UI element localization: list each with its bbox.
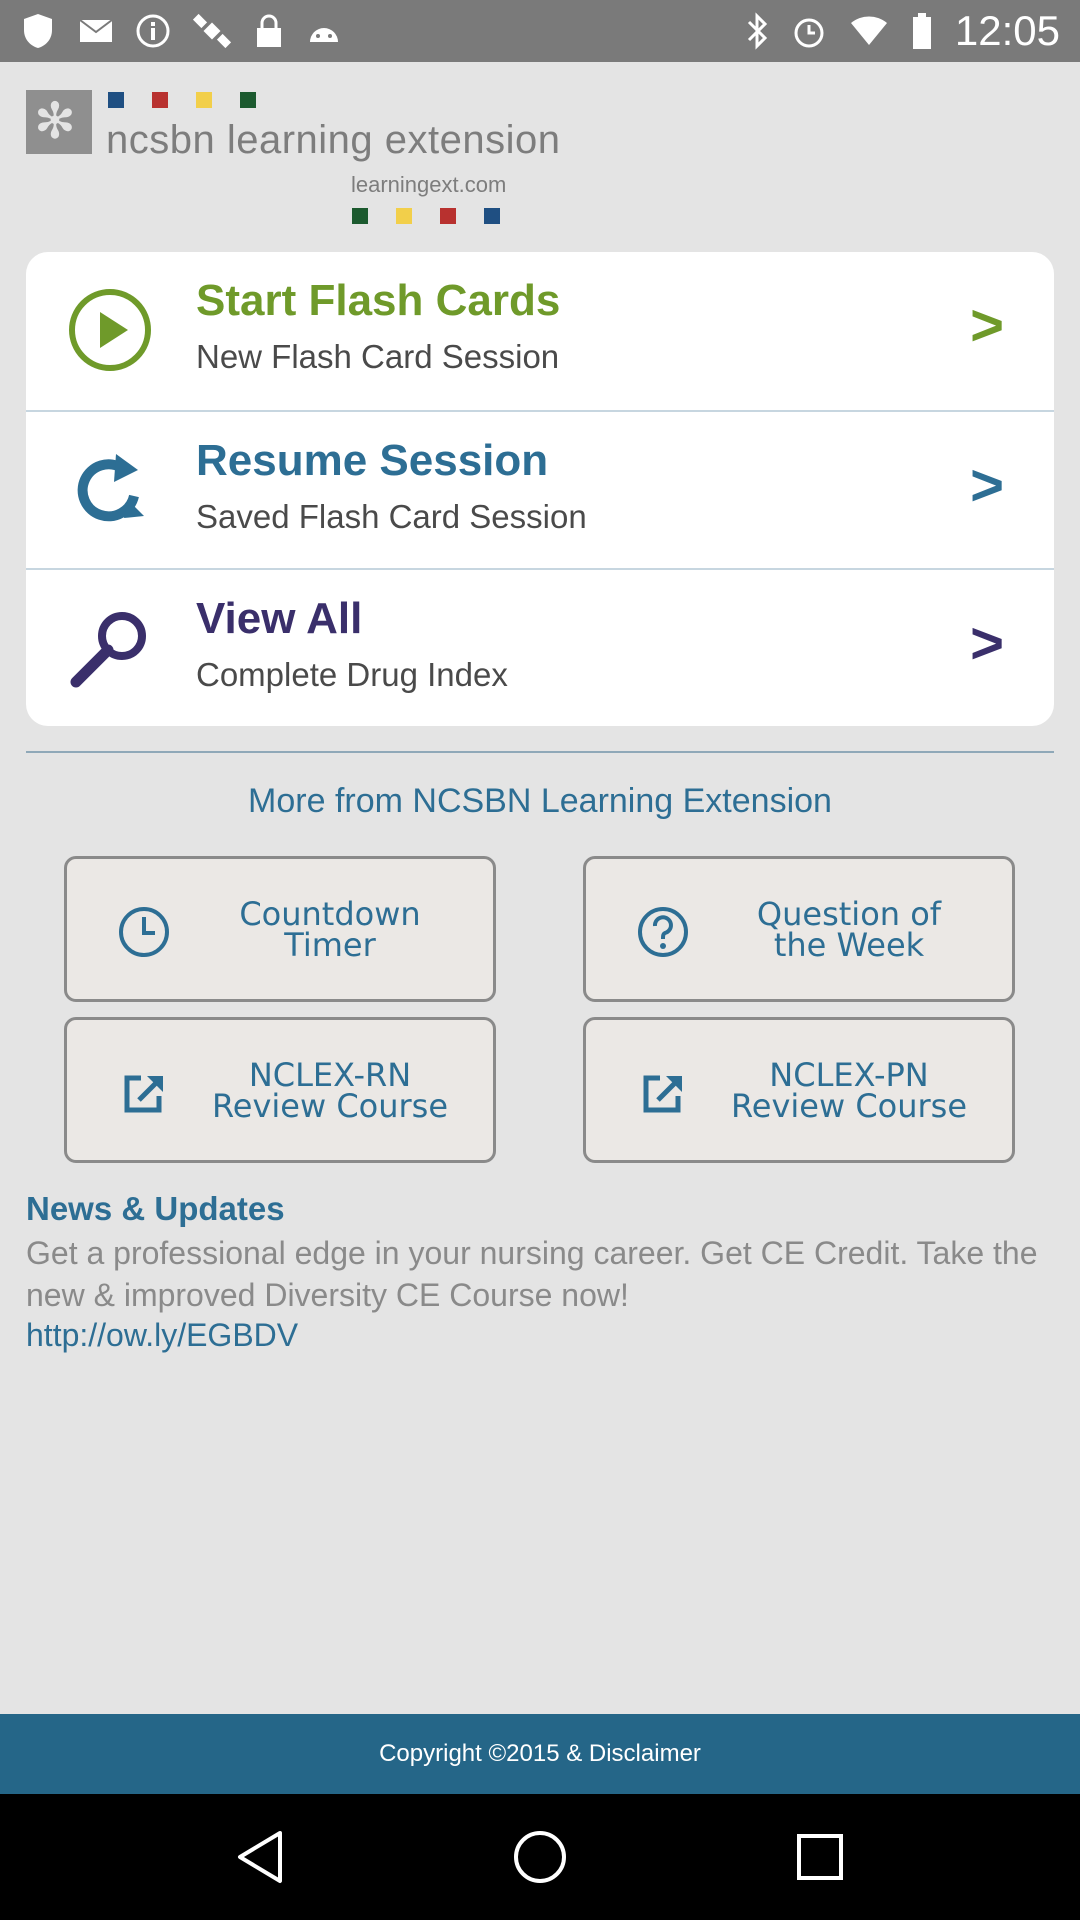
tile-label: Countdown Timer bbox=[239, 895, 421, 964]
external-link-icon bbox=[643, 1075, 682, 1113]
external-link-icon bbox=[124, 1075, 163, 1113]
clock-icon bbox=[119, 907, 169, 957]
item-title: Resume Session bbox=[196, 436, 549, 485]
question-of-the-week-button[interactable]: Question of the Week bbox=[583, 856, 1015, 1002]
back-button[interactable] bbox=[225, 1822, 295, 1892]
more-heading: More from NCSBN Learning Extension bbox=[248, 782, 832, 820]
item-title: Start Flash Cards bbox=[196, 276, 561, 325]
status-left bbox=[20, 11, 342, 51]
android-icon bbox=[310, 28, 338, 42]
view-all-item[interactable]: View All Complete Drug Index > bbox=[26, 568, 1054, 725]
item-subtitle: Saved Flash Card Session bbox=[196, 498, 587, 535]
logo-name: ncsbn learning extension bbox=[106, 118, 561, 162]
chevron-right-icon: > bbox=[970, 611, 1004, 676]
logo-dot bbox=[396, 208, 412, 224]
recents-icon bbox=[797, 1834, 843, 1880]
status-right: 12:05 bbox=[745, 7, 1060, 55]
news-body: Get a professional edge in your nursing … bbox=[26, 1235, 1038, 1313]
logo-dot bbox=[440, 208, 456, 224]
logo-mark: ✻ bbox=[26, 90, 92, 154]
satellite-icon bbox=[192, 13, 232, 49]
logo-url: learningext.com bbox=[351, 172, 507, 197]
battery-icon bbox=[912, 13, 931, 49]
nclex-rn-review-button[interactable]: NCLEX-RN Review Course bbox=[64, 1017, 496, 1163]
tile-label: NCLEX-RN Review Course bbox=[211, 1056, 449, 1125]
bluetooth-icon bbox=[747, 12, 768, 50]
logo-dot bbox=[240, 92, 256, 108]
system-nav-bar bbox=[0, 1794, 1080, 1920]
nclex-pn-review-button[interactable]: NCLEX-PN Review Course bbox=[583, 1017, 1015, 1163]
play-icon bbox=[69, 289, 151, 371]
clock-time: 12:05 bbox=[954, 7, 1060, 54]
wifi-icon bbox=[850, 16, 887, 45]
brand-logo: ✻ ncsbn learning extension learningext.c… bbox=[26, 88, 560, 228]
item-title: View All bbox=[196, 594, 363, 643]
mail-icon bbox=[79, 19, 113, 42]
footer-copyright[interactable]: Copyright ©2015 & Disclaimer bbox=[0, 1714, 1080, 1794]
item-subtitle: New Flash Card Session bbox=[196, 338, 560, 375]
tile-label: Question of the Week bbox=[756, 895, 942, 964]
lock-icon bbox=[257, 14, 281, 47]
status-bar: 12:05 bbox=[0, 0, 1080, 62]
alarm-icon bbox=[794, 18, 824, 48]
search-icon bbox=[70, 612, 146, 688]
resume-session-item[interactable]: Resume Session Saved Flash Card Session … bbox=[26, 410, 1054, 567]
shield-icon bbox=[24, 14, 52, 48]
countdown-timer-button[interactable]: Countdown Timer bbox=[64, 856, 496, 1002]
section-divider bbox=[26, 751, 1054, 753]
refresh-icon bbox=[77, 454, 144, 522]
logo-dot bbox=[196, 92, 212, 108]
news-link[interactable]: http://ow.ly/EGBDV bbox=[26, 1314, 298, 1356]
tile-label: NCLEX-PN Review Course bbox=[730, 1056, 968, 1125]
home-icon bbox=[514, 1831, 566, 1883]
item-subtitle: Complete Drug Index bbox=[196, 656, 508, 693]
news-title: News & Updates bbox=[26, 1190, 285, 1227]
info-icon bbox=[136, 14, 170, 48]
chevron-right-icon: > bbox=[970, 453, 1004, 518]
chevron-right-icon: > bbox=[970, 293, 1004, 358]
logo-dot bbox=[352, 208, 368, 224]
home-button[interactable] bbox=[505, 1822, 575, 1892]
question-icon bbox=[638, 907, 688, 957]
logo-dot bbox=[108, 92, 124, 108]
logo-dot bbox=[152, 92, 168, 108]
back-icon bbox=[238, 1831, 282, 1883]
recents-button[interactable] bbox=[785, 1822, 855, 1892]
menu-card: Start Flash Cards New Flash Card Session… bbox=[26, 252, 1054, 726]
logo-dot bbox=[484, 208, 500, 224]
start-flash-cards-item[interactable]: Start Flash Cards New Flash Card Session… bbox=[26, 252, 1054, 409]
